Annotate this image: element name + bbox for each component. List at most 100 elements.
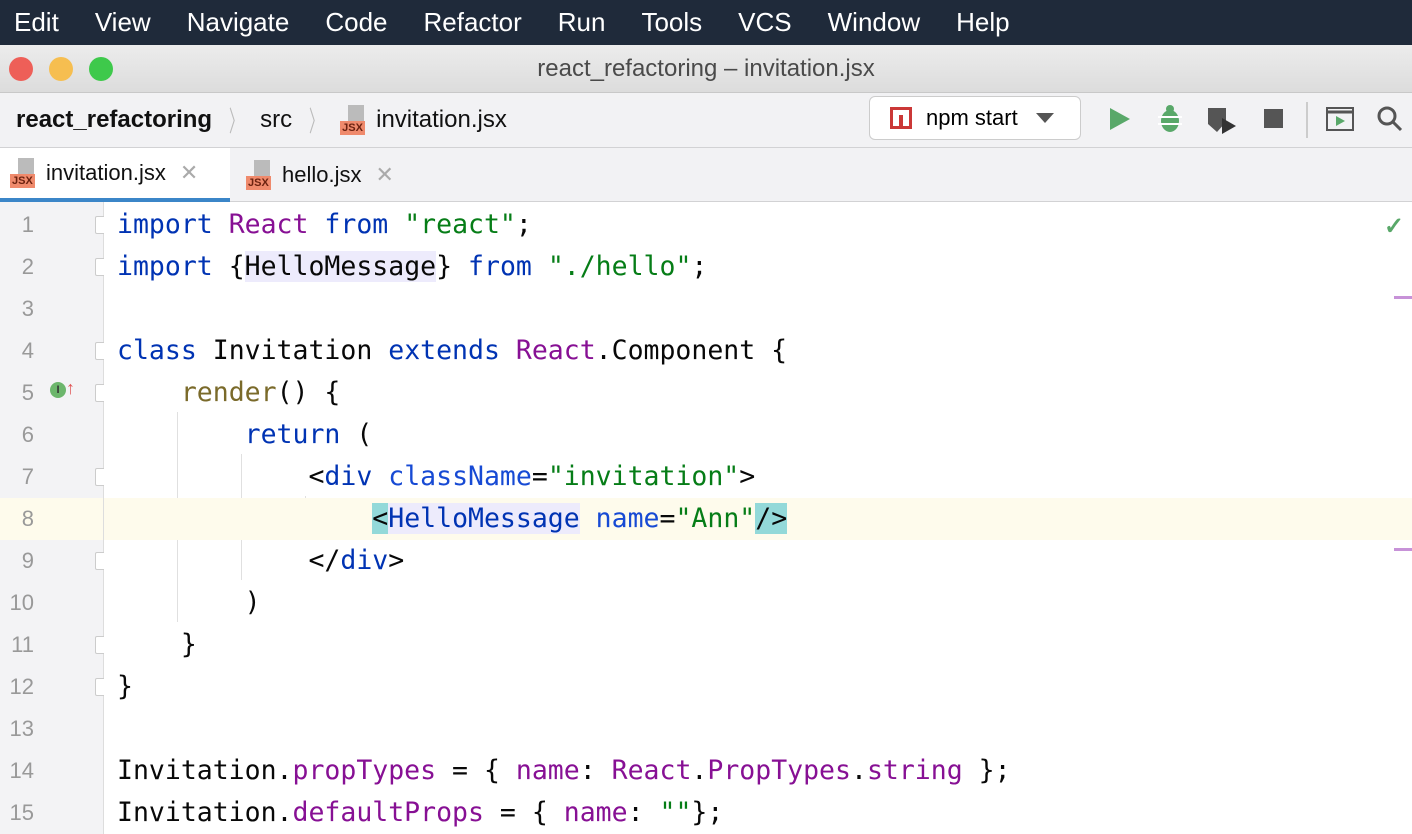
chevron-right-icon: 〉 xyxy=(309,100,323,140)
code-token: . xyxy=(851,755,867,786)
menu-vcs[interactable]: VCS xyxy=(738,7,791,38)
code-token: Invitation. xyxy=(117,755,293,786)
menu-navigate[interactable]: Navigate xyxy=(187,7,290,38)
search-icon[interactable] xyxy=(1379,108,1401,130)
code-token: name xyxy=(516,755,580,786)
code-line[interactable]: </div> xyxy=(104,540,1412,582)
code-token: = { xyxy=(484,797,564,828)
code-token: : xyxy=(580,755,612,786)
code-line[interactable]: return ( xyxy=(104,414,1412,456)
code-token: > xyxy=(388,545,404,576)
code-token: : xyxy=(628,797,660,828)
code-token: ( xyxy=(356,419,372,450)
breadcrumb-file[interactable]: JSX invitation.jsx xyxy=(340,105,507,135)
tab-hello-jsx[interactable]: JSX hello.jsx ✕ xyxy=(236,148,416,202)
chevron-down-icon xyxy=(1036,113,1054,123)
code-token: .Component { xyxy=(596,335,787,366)
close-tab-icon[interactable]: ✕ xyxy=(375,162,393,188)
code-token xyxy=(117,377,181,408)
code-token: import xyxy=(117,209,229,240)
code-token: Invitation xyxy=(213,335,389,366)
code-token: "react" xyxy=(404,209,516,240)
code-token: ) xyxy=(117,587,261,618)
code-token: /> xyxy=(755,503,787,534)
menu-tools[interactable]: Tools xyxy=(641,7,702,38)
coverage-icon[interactable] xyxy=(1208,108,1236,134)
code-token: ; xyxy=(691,251,707,282)
run-window-icon[interactable] xyxy=(1327,108,1353,130)
run-icon[interactable] xyxy=(1110,108,1130,130)
breadcrumb-project[interactable]: react_refactoring xyxy=(16,106,212,134)
code-line[interactable]: } xyxy=(104,624,1412,666)
menu-code[interactable]: Code xyxy=(325,7,387,38)
code-token: "Ann" xyxy=(675,503,755,534)
code-line[interactable]: Invitation.defaultProps = { name: ""}; xyxy=(104,792,1412,834)
inspection-ok-icon[interactable]: ✓ xyxy=(1384,212,1404,241)
code-editor[interactable]: import React from "react";import {HelloM… xyxy=(104,202,1412,834)
menu-edit[interactable]: Edit xyxy=(14,7,59,38)
code-line[interactable]: <div className="invitation"> xyxy=(104,456,1412,498)
menu-help[interactable]: Help xyxy=(956,7,1009,38)
code-token: div xyxy=(324,461,388,492)
code-line[interactable]: Invitation.propTypes = { name: React.Pro… xyxy=(104,750,1412,792)
error-stripe-mark[interactable] xyxy=(1394,296,1412,299)
code-token: name xyxy=(564,797,628,828)
window-title: react_refactoring – invitation.jsx xyxy=(0,55,1412,83)
code-token: extends xyxy=(388,335,516,366)
close-tab-icon[interactable]: ✕ xyxy=(180,160,198,186)
code-token: ; xyxy=(516,209,532,240)
menu-refactor[interactable]: Refactor xyxy=(423,7,521,38)
stop-icon[interactable] xyxy=(1264,109,1283,128)
debug-icon[interactable] xyxy=(1158,105,1182,132)
line-number: 12 xyxy=(0,666,34,708)
line-number: 4 xyxy=(0,330,34,372)
jsx-file-icon: JSX xyxy=(10,158,40,188)
menu-bar: Edit View Navigate Code Refactor Run Tools VCS W… xyxy=(0,0,1412,45)
jsx-file-icon: JSX xyxy=(246,160,276,190)
line-number: 7 xyxy=(0,456,34,498)
code-line[interactable]: render() { xyxy=(104,372,1412,414)
code-line[interactable]: ) xyxy=(104,582,1412,624)
code-token: class xyxy=(117,335,213,366)
line-number: 13 xyxy=(0,708,34,750)
breadcrumb-folder[interactable]: src xyxy=(260,106,292,134)
line-number: 11 xyxy=(0,624,34,666)
code-token: className xyxy=(388,461,532,492)
line-number: 3 xyxy=(0,288,34,330)
error-stripe-mark[interactable] xyxy=(1394,548,1412,551)
tab-label: hello.jsx xyxy=(282,162,361,188)
code-token: "invitation" xyxy=(548,461,739,492)
code-token: . xyxy=(691,755,707,786)
code-line[interactable]: } xyxy=(104,666,1412,708)
code-token: = xyxy=(660,503,676,534)
code-token: string xyxy=(867,755,963,786)
code-token: { xyxy=(229,251,245,282)
line-number: 8 xyxy=(0,498,34,540)
tab-label: invitation.jsx xyxy=(46,160,166,186)
code-token: = xyxy=(532,461,548,492)
implemented-method-icon[interactable]: I xyxy=(50,382,66,398)
code-token: Invitation. xyxy=(117,797,293,828)
tab-invitation-jsx[interactable]: JSX invitation.jsx ✕ xyxy=(0,148,230,202)
code-line[interactable] xyxy=(104,708,1412,750)
code-line[interactable]: <HelloMessage name="Ann"/> xyxy=(104,498,1412,540)
code-token xyxy=(580,503,596,534)
code-line[interactable] xyxy=(104,288,1412,330)
code-token: } xyxy=(117,671,133,702)
code-token: = { xyxy=(436,755,516,786)
code-token: } xyxy=(117,629,197,660)
run-toolbar xyxy=(1100,100,1412,140)
code-token: } xyxy=(436,251,468,282)
code-line[interactable]: class Invitation extends React.Component… xyxy=(104,330,1412,372)
code-token: }; xyxy=(691,797,723,828)
menu-view[interactable]: View xyxy=(95,7,151,38)
run-configuration-select[interactable]: npm start xyxy=(869,96,1081,140)
menu-window[interactable]: Window xyxy=(828,7,920,38)
code-line[interactable]: import {HelloMessage} from "./hello"; xyxy=(104,246,1412,288)
code-line[interactable]: import React from "react"; xyxy=(104,204,1412,246)
code-token: React xyxy=(612,755,692,786)
menu-run[interactable]: Run xyxy=(558,7,606,38)
code-token: PropTypes xyxy=(707,755,851,786)
code-token: </ xyxy=(117,545,340,576)
chevron-right-icon: 〉 xyxy=(229,100,243,140)
